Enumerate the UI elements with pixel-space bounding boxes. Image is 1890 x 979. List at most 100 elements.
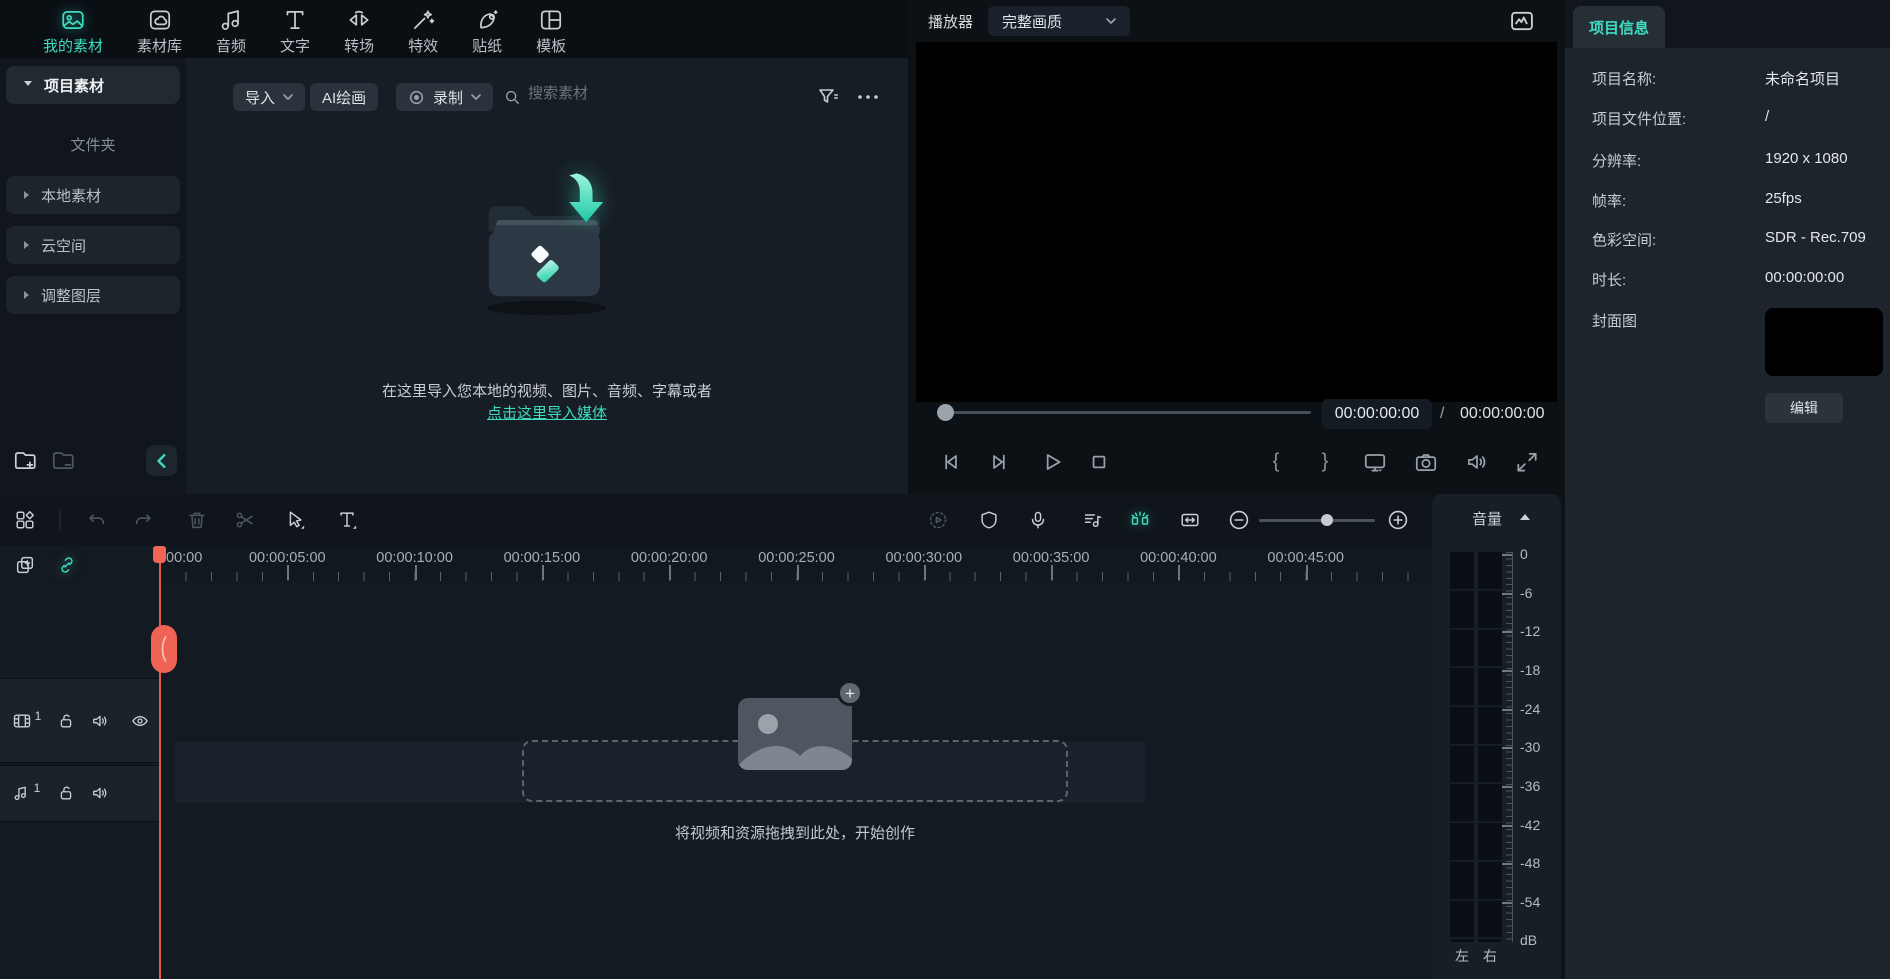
add-media-plus-icon[interactable]: + [837,680,863,706]
ai-paint-button[interactable]: AI绘画 [310,83,378,111]
tab-my-media[interactable]: 我的素材 [26,0,120,56]
voiceover-mic-icon[interactable] [1027,509,1049,531]
fit-timeline-icon[interactable] [1179,509,1201,531]
ruler-label: 00:00:15:00 [504,550,581,566]
info-color-space-label: 色彩空间: [1592,229,1656,250]
add-track-icon[interactable] [14,554,36,576]
auto-link-magnet-icon[interactable] [56,554,78,576]
meter-scale-value: -18 [1520,662,1558,678]
scrubber-handle[interactable] [937,404,954,421]
zoom-slider-track[interactable] [1259,519,1375,522]
caret-down-icon [24,81,32,90]
redo-icon[interactable] [132,509,154,531]
quality-dropdown[interactable]: 完整画质 [988,6,1130,36]
meter-scale-value: -24 [1520,701,1558,717]
audio-track-icon [11,783,31,803]
collapse-sidebar-button[interactable] [146,445,177,476]
ruler-label: 00:00:10:00 [376,550,453,566]
delete-icon[interactable] [186,509,208,531]
playhead[interactable] [159,546,161,979]
tab-label: 贴纸 [472,35,502,56]
tab-effects[interactable]: 特效 [391,0,455,56]
meter-scale-line [1512,552,1513,942]
mark-in-button[interactable]: { [1273,451,1280,474]
sidebar-item-label: 云空间 [41,235,86,256]
undo-icon[interactable] [86,509,108,531]
sidebar-item-adjustment-layer[interactable]: 调整图层 [6,276,180,314]
info-resolution-label: 分辨率: [1592,150,1641,171]
tab-transition[interactable]: 转场 [327,0,391,56]
cover-image-thumbnail[interactable] [1765,308,1883,376]
timeline-ruler[interactable]: 00:0000:00:05:0000:00:10:0000:00:15:0000… [160,546,1432,582]
stop-button[interactable] [1086,449,1112,475]
display-device-button[interactable] [1362,449,1388,475]
total-timecode: 00:00:00:00 [1460,405,1545,423]
video-track-count: 1 [35,709,42,723]
media-placeholder-icon [738,698,852,770]
previous-frame-button[interactable] [937,449,963,475]
info-duration-label: 时长: [1592,269,1626,290]
audio-track-mute-icon[interactable] [90,783,110,803]
collapse-meter-icon[interactable] [1520,514,1530,520]
zoom-slider-handle[interactable] [1321,514,1333,526]
video-track-mute-icon[interactable] [90,711,110,731]
tab-sticker[interactable]: 贴纸 [455,0,519,56]
next-frame-button[interactable] [987,449,1013,475]
sidebar-item-project-media[interactable]: 项目素材 [6,66,180,104]
add-folder-icon[interactable] [12,447,38,473]
select-tool-icon[interactable] [284,509,306,531]
play-button[interactable] [1039,449,1065,475]
import-folder-illustration[interactable] [457,158,637,318]
mute-button[interactable] [1464,449,1490,475]
fullscreen-button[interactable] [1514,449,1540,475]
playhead-handle[interactable] [151,625,177,673]
import-media-link[interactable]: 点击这里导入媒体 [487,405,607,422]
zoom-in-icon[interactable] [1386,508,1410,532]
tab-text[interactable]: 文字 [263,0,327,56]
split-scissors-icon[interactable] [234,509,256,531]
video-preview[interactable] [916,42,1557,402]
snapshot-button[interactable] [1413,449,1439,475]
tab-audio[interactable]: 音频 [199,0,263,56]
quality-value: 完整画质 [1002,11,1062,32]
mask-shield-icon[interactable] [978,509,1000,531]
sidebar-item-cloud-space[interactable]: 云空间 [6,226,180,264]
waveform-monitor-icon[interactable] [1508,7,1536,35]
filter-icon[interactable] [816,85,840,109]
zoom-out-icon[interactable] [1227,508,1251,532]
project-info-panel: 项目信息 项目名称:未命名项目项目文件位置:/分辨率:1920 x 1080帧率… [1565,0,1890,979]
tab-template[interactable]: 模板 [519,0,583,56]
record-button[interactable]: 录制 [396,83,493,111]
video-track-lock-icon[interactable] [56,711,76,731]
text-tool-icon[interactable] [336,509,358,531]
meter-major-tick [1502,825,1512,827]
video-track-visibility-icon[interactable] [130,711,150,731]
mark-out-button[interactable]: } [1322,451,1329,474]
info-project-name-label: 项目名称: [1592,68,1656,89]
import-button-label: 导入 [245,87,275,108]
ruler-major-tick [924,565,926,580]
audio-track-lock-icon[interactable] [56,783,76,803]
remove-folder-icon[interactable] [50,447,76,473]
ruler-label: 00:00:20:00 [631,550,708,566]
tab-stock-media[interactable]: 素材库 [120,0,199,56]
search-input[interactable] [528,85,678,102]
tab-project-info[interactable]: 项目信息 [1573,6,1665,48]
tab-label: 素材库 [137,35,182,56]
record-icon [408,89,425,106]
ruler-major-tick [797,565,799,580]
quick-split-icon[interactable] [1129,509,1151,531]
audio-to-text-icon[interactable] [1081,509,1103,531]
more-options-icon[interactable] [856,89,880,105]
sidebar-item-label: 本地素材 [41,185,101,206]
meter-unit-label: dB [1520,932,1558,948]
sidebar-item-local-media[interactable]: 本地素材 [6,176,180,214]
edit-cover-button[interactable]: 编辑 [1765,393,1843,423]
playhead-flag[interactable] [153,546,166,563]
top-navigation-bar: 我的素材素材库音频文字转场特效贴纸模板 [0,0,908,58]
scrubber-track[interactable] [952,411,1311,414]
render-preview-icon[interactable] [927,509,949,531]
import-button[interactable]: 导入 [233,83,305,111]
layout-grid-icon[interactable] [14,509,36,531]
chevron-left-icon [156,454,168,468]
